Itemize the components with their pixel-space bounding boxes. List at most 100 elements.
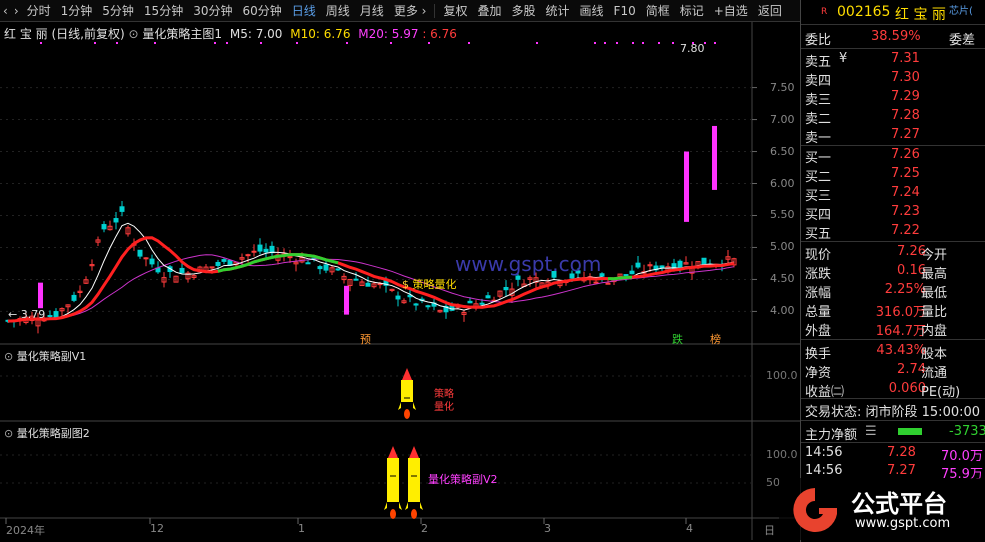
logo-icon <box>793 488 837 532</box>
stat-right-label: 最低 <box>921 286 948 301</box>
action-button[interactable]: 多股 <box>507 0 541 22</box>
stat-value: 2.25% <box>884 282 926 297</box>
level-price: 7.24 <box>891 185 920 200</box>
signal-label: $ 策略量化 <box>402 276 457 292</box>
period-tab[interactable]: 15分钟 <box>139 0 188 22</box>
level-price: 7.25 <box>891 166 920 181</box>
sell-level[interactable]: 卖二 7.28 <box>801 107 985 127</box>
tick-price: 7.27 <box>887 463 916 478</box>
stat-right-label: 内盘 <box>921 324 948 339</box>
sell-level[interactable]: 卖五 ¥7.31 <box>801 50 985 70</box>
signal-bar <box>684 151 689 222</box>
candle-body <box>677 260 683 268</box>
action-button[interactable]: 简框 <box>641 0 675 22</box>
candle-body <box>635 262 641 268</box>
level-price: 7.31 <box>891 51 920 66</box>
action-button[interactable]: 返回 <box>753 0 787 22</box>
buy-level[interactable]: 买四 7.23 <box>801 203 985 223</box>
signal-dot <box>632 42 634 44</box>
ma5-value: M5: 7.00 <box>229 27 283 41</box>
rocket-fins <box>405 502 423 510</box>
rocket-icon <box>384 446 402 519</box>
sub2-tick1: 100.0 <box>766 448 798 461</box>
level-label: 卖一 <box>805 131 832 146</box>
signal-text: 策略量化 <box>412 278 457 291</box>
stock-name: 红 宝 丽 <box>4 27 48 41</box>
sector-tag[interactable]: 芯片( <box>949 2 973 17</box>
buy-level[interactable]: 买三 7.24 <box>801 184 985 204</box>
rocket-body <box>401 380 413 402</box>
tick-price: 7.28 <box>887 445 916 460</box>
signal-dot <box>226 42 228 44</box>
tick-row: 14:56 7.28 70.0万 <box>801 444 985 464</box>
x-tick: 4 <box>686 522 693 535</box>
sub2-title[interactable]: 量化策略副图2 <box>17 427 90 440</box>
buy-level[interactable]: 买二 7.25 <box>801 165 985 185</box>
adjust-mode: (日线,前复权) <box>51 27 125 41</box>
period-tab[interactable]: 60分钟 <box>237 0 286 22</box>
period-tab-active[interactable]: 日线 <box>287 0 321 22</box>
candle-body <box>251 250 257 253</box>
rocket-tip <box>409 446 419 458</box>
kline-chart[interactable] <box>0 22 800 542</box>
signal-dot <box>260 42 262 44</box>
signal-dot <box>604 42 606 44</box>
signal-dot <box>40 42 42 44</box>
buy-level[interactable]: 买一 7.26 <box>801 146 985 166</box>
indicator-name[interactable]: 量化策略主图1 <box>142 27 222 41</box>
list-icon[interactable]: ☰ <box>865 424 877 439</box>
chevron-left-icon[interactable]: ‹ <box>0 0 11 22</box>
candle-body <box>425 305 431 308</box>
sell-level[interactable]: 卖一 7.27 <box>801 126 985 146</box>
sell-level[interactable]: 卖四 7.30 <box>801 69 985 89</box>
more-menu[interactable]: 更多 › <box>389 0 432 22</box>
action-button[interactable]: 画线 <box>575 0 609 22</box>
period-tab[interactable]: 5分钟 <box>97 0 139 22</box>
action-button[interactable]: 统计 <box>541 0 575 22</box>
collapse-icon[interactable]: ⊙ <box>128 27 138 41</box>
action-button[interactable]: 标记 <box>675 0 709 22</box>
stat-row: 换手 43.43% 股本 <box>801 342 985 362</box>
stat-row: 净资 2.74 流通 <box>801 361 985 381</box>
sub2-header: ⊙ 量化策略副图2 <box>4 425 90 441</box>
sub1-title[interactable]: 量化策略副V1 <box>17 350 87 363</box>
rocket-tip <box>402 368 412 380</box>
signal-bar <box>38 282 43 309</box>
candle-body <box>467 300 473 304</box>
collapse-icon[interactable]: ⊙ <box>4 350 13 363</box>
rocket-fins <box>384 502 402 510</box>
x-tick: 1 <box>298 522 305 535</box>
candle-body <box>287 256 293 259</box>
stock-name: 红 宝 丽 <box>895 7 946 23</box>
candle-body <box>149 258 155 265</box>
candle-body <box>413 303 419 306</box>
signal-dot <box>642 42 644 44</box>
candle-body <box>605 282 611 285</box>
action-button[interactable]: 复权 <box>438 0 472 22</box>
buy-level[interactable]: 买五 7.22 <box>801 222 985 242</box>
tick-time: 14:56 <box>805 463 843 478</box>
ma20-value: M20: 5.97 <box>358 27 419 41</box>
period-tab[interactable]: 月线 <box>355 0 389 22</box>
action-button[interactable]: F10 <box>609 0 641 22</box>
candle-body <box>365 282 371 287</box>
collapse-icon[interactable]: ⊙ <box>4 427 13 440</box>
period-tab[interactable]: 1分钟 <box>56 0 98 22</box>
period-toolbar: ‹ › 分时 1分钟 5分钟 15分钟 30分钟 60分钟 日线 周线 月线 更… <box>0 0 800 22</box>
sub2-tick2: 50 <box>766 476 780 489</box>
action-button[interactable]: +自选 <box>709 0 753 22</box>
level-label: 卖五 <box>805 55 832 70</box>
period-tab[interactable]: 30分钟 <box>188 0 237 22</box>
action-button[interactable]: 叠加 <box>472 0 506 22</box>
level-price: 7.29 <box>891 89 920 104</box>
high-label: 7.80 <box>680 42 705 55</box>
chevron-right-icon[interactable]: › <box>11 0 22 22</box>
tick-time: 14:56 <box>805 445 843 460</box>
signal-bar <box>344 285 349 315</box>
sell-level[interactable]: 卖三 7.29 <box>801 88 985 108</box>
stat-row: 外盘 164.7万 内盘 <box>801 319 985 339</box>
stat-right-label: 流通 <box>921 366 948 381</box>
divider <box>801 420 985 421</box>
period-tab[interactable]: 分时 <box>22 0 56 22</box>
period-tab[interactable]: 周线 <box>321 0 355 22</box>
